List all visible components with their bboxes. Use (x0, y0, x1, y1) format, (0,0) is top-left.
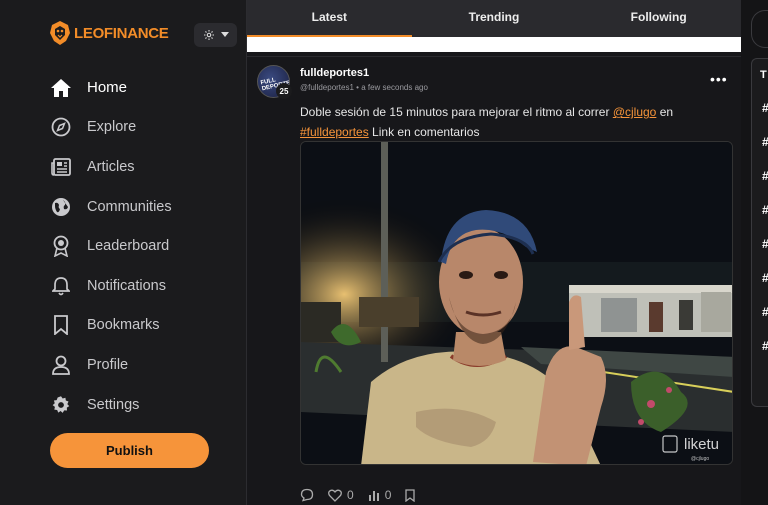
trending-tag[interactable]: # (762, 203, 768, 217)
trending-tag[interactable]: # (762, 169, 768, 183)
bookmark-button[interactable] (405, 488, 416, 502)
brand-name: LEOFINANCE (74, 24, 169, 42)
tab-trending[interactable]: Trending (412, 0, 577, 37)
post-author[interactable]: fulldeportes1 (300, 67, 369, 79)
gear-icon (50, 394, 72, 416)
caret-down-icon (220, 32, 229, 37)
post-text: en (656, 105, 674, 119)
trending-tag[interactable]: # (762, 237, 768, 251)
trending-tag[interactable]: # (762, 271, 768, 285)
publish-button[interactable]: Publish (50, 433, 209, 468)
theme-settings-button[interactable] (194, 23, 237, 47)
more-options-icon[interactable]: ••• (710, 71, 728, 87)
post-image[interactable]: liketu @cjlugo (300, 141, 733, 465)
selfie-photo: liketu @cjlugo (301, 142, 732, 464)
sidebar-item-label: Settings (87, 396, 140, 413)
photo-watermark: liketu (684, 436, 719, 453)
reputation-badge: 25 (276, 83, 292, 99)
main-nav: Home Explore Articles Communities Leader… (0, 68, 247, 424)
bell-icon (50, 275, 72, 297)
sidebar-item-label: Explore (87, 119, 137, 136)
globe-icon (50, 196, 72, 218)
sidebar-item-label: Profile (87, 356, 129, 373)
sidebar-item-explore[interactable]: Explore (0, 108, 247, 148)
mention-link[interactable]: @cjlugo (613, 105, 657, 119)
award-icon (50, 235, 72, 258)
sidebar-item-label: Home (87, 79, 128, 97)
app-root: LEOFINANCE Home Explore Articles Communi… (0, 0, 768, 505)
reply-button[interactable] (300, 488, 314, 502)
search-input[interactable] (751, 10, 768, 48)
sidebar: LEOFINANCE Home Explore Articles Communi… (0, 0, 247, 505)
sidebar-item-label: Communities (87, 198, 172, 215)
compass-icon (50, 116, 72, 138)
like-count: 0 (347, 488, 354, 502)
sidebar-item-articles[interactable]: Articles (0, 147, 247, 187)
trending-tag[interactable]: # (762, 135, 768, 149)
home-icon (50, 77, 72, 99)
photo-watermark-handle: @cjlugo (691, 456, 709, 462)
post-handle[interactable]: @fulldeportes1 (300, 83, 354, 92)
compose-area[interactable] (247, 37, 741, 52)
sidebar-item-profile[interactable]: Profile (0, 345, 247, 385)
brand-logo[interactable]: LEOFINANCE (48, 19, 169, 47)
gear-icon (203, 30, 214, 40)
trending-tag[interactable]: # (762, 305, 768, 319)
sidebar-item-label: Leaderboard (87, 238, 170, 255)
divider (247, 56, 741, 57)
newspaper-icon (50, 156, 72, 178)
hashtag-link[interactable]: #fulldeportes (300, 125, 369, 139)
right-panel: T # # # # # # # # (741, 0, 768, 505)
sidebar-item-label: Articles (87, 158, 135, 175)
views-button[interactable]: 0 (368, 488, 392, 502)
main-feed: Latest Trending Following FULL DEPORTES … (247, 0, 741, 505)
feed-tabs: Latest Trending Following (247, 0, 741, 37)
sidebar-item-home[interactable]: Home (0, 68, 247, 108)
post-actions: 0 0 (300, 488, 429, 502)
comment-icon (300, 488, 314, 502)
post-text: Doble sesión de 15 minutos para mejorar … (300, 105, 613, 119)
trending-tag[interactable]: # (762, 101, 768, 115)
sidebar-item-communities[interactable]: Communities (0, 187, 247, 227)
tab-latest[interactable]: Latest (247, 0, 412, 37)
sidebar-item-label: Bookmarks (87, 317, 160, 334)
trending-title: T (760, 69, 767, 81)
post-body: Doble sesión de 15 minutos para mejorar … (300, 102, 720, 142)
sidebar-item-bookmarks[interactable]: Bookmarks (0, 306, 247, 346)
post-time: a few seconds ago (361, 83, 428, 92)
bookmark-icon (405, 488, 416, 502)
trending-card: T # # # # # # # # (751, 58, 768, 407)
views-count: 0 (384, 488, 392, 502)
lion-logo-icon (50, 21, 70, 45)
bookmark-icon (50, 314, 72, 336)
sidebar-item-label: Notifications (87, 277, 166, 294)
post-meta: @fulldeportes1 • a few seconds ago (300, 83, 428, 92)
sidebar-item-settings[interactable]: Settings (0, 385, 247, 425)
user-icon (50, 354, 72, 376)
bar-chart-icon (368, 491, 379, 501)
like-button[interactable]: 0 (328, 488, 354, 502)
heart-icon (328, 489, 342, 502)
sidebar-item-leaderboard[interactable]: Leaderboard (0, 226, 247, 266)
trending-tag[interactable]: # (762, 339, 768, 353)
tab-following[interactable]: Following (576, 0, 741, 37)
post-text: Link en comentarios (368, 125, 480, 139)
sidebar-item-notifications[interactable]: Notifications (0, 266, 247, 306)
